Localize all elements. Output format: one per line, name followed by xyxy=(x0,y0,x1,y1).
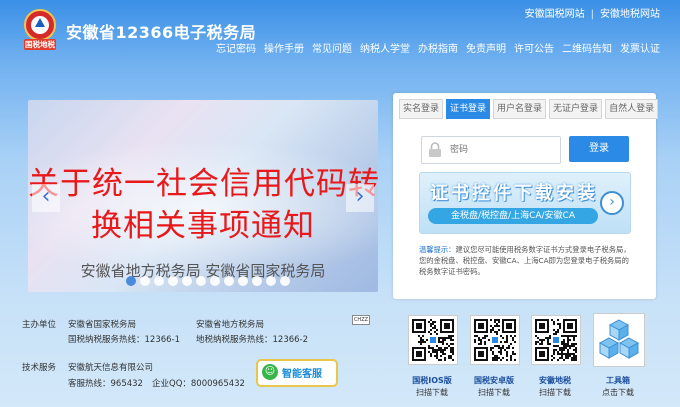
app-label-guoshui-ios: 国税IOS版 xyxy=(412,376,452,385)
carousel-dot[interactable] xyxy=(210,276,220,286)
toolbox-button[interactable] xyxy=(593,313,645,367)
nav-qrcode-notice[interactable]: 二维码告知 xyxy=(558,40,616,55)
nav-forgot-password[interactable]: 忘记密码 xyxy=(212,40,260,55)
tips-label: 温馨提示： xyxy=(419,245,456,254)
tab-certificate-login[interactable]: 证书登录 xyxy=(446,99,491,119)
nav-manual[interactable]: 操作手册 xyxy=(260,40,308,55)
link-guoshui-site[interactable]: 安徽国税网站 xyxy=(525,9,585,20)
carousel-dot[interactable] xyxy=(280,276,290,286)
top-links: 安徽国税网站 | 安徽地税网站 xyxy=(524,9,660,20)
chevron-right-circle-icon[interactable]: › xyxy=(600,191,624,215)
nav-disclaimer[interactable]: 免责声明 xyxy=(462,40,510,55)
hotline-dishui: 地税纳税服务热线：12366-2 xyxy=(196,335,309,345)
app-label-toolbox: 工具箱 xyxy=(606,376,630,385)
tab-person-login[interactable]: 自然人登录 xyxy=(605,99,659,119)
host-guoshui: 安徽省国家税务局 xyxy=(68,320,137,330)
carousel-dot[interactable] xyxy=(168,276,178,286)
password-field[interactable] xyxy=(421,136,561,164)
hotline-guoshui: 国税纳税服务热线：12366-1 xyxy=(68,335,181,345)
tab-realname-login[interactable]: 实名登录 xyxy=(399,99,444,119)
enterprise-qq: 企业QQ：8000965432 xyxy=(152,379,245,389)
carousel-dot[interactable] xyxy=(252,276,262,286)
app-label-guoshui-android: 国税安卓版 xyxy=(474,376,514,385)
service-hotline: 客服热线：965432 xyxy=(68,379,143,389)
carousel-dot[interactable] xyxy=(238,276,248,286)
site-logo[interactable]: 国税地税 xyxy=(20,8,60,52)
carousel-dot[interactable] xyxy=(182,276,192,286)
login-tabs: 实名登录 证书登录 用户名登录 无证户登录 自然人登录 xyxy=(399,99,659,119)
password-input[interactable] xyxy=(450,137,555,163)
chevron-right-icon[interactable]: › xyxy=(346,184,374,212)
app-sub-toolbox: 点击下载 xyxy=(602,388,634,397)
app-label-anhui-dishui: 安徽地税 xyxy=(539,376,571,385)
headset-icon: ☺ xyxy=(262,364,278,380)
smart-service-button[interactable]: ☺ 智能客服 xyxy=(256,359,338,387)
banner-headline-line1: 关于统一社会信用代码转 xyxy=(28,166,378,202)
qr-guoshui-ios[interactable] xyxy=(408,315,458,365)
login-tips: 温馨提示：建议您尽可能使用税务数字证书方式登录电子税务局，您的金税盘、税控盘、安… xyxy=(419,244,633,277)
carousel-dot[interactable] xyxy=(266,276,276,286)
smart-service-label: 智能客服 xyxy=(282,369,322,380)
chzz-badge: CHZZ xyxy=(352,315,370,325)
host-dishui: 安徽省地方税务局 xyxy=(196,320,265,330)
logo-text: 国税地税 xyxy=(25,40,55,49)
carousel-dots xyxy=(126,276,290,286)
qr-anhui-dishui[interactable] xyxy=(531,315,581,365)
link-dishui-site[interactable]: 安徽地税网站 xyxy=(600,9,660,20)
tab-nocert-login[interactable]: 无证户登录 xyxy=(549,99,603,119)
tech-company: 安徽航天信息有限公司 xyxy=(68,363,154,373)
app-sub-anhui-dishui: 扫描下载 xyxy=(539,388,571,397)
nav-invoice-auth[interactable]: 发票认证 xyxy=(616,40,664,55)
main-nav: 忘记密码 操作手册 常见问题 纳税人学堂 办税指南 免责声明 许可公告 二维码告… xyxy=(212,40,664,55)
host-label: 主办单位 xyxy=(22,320,57,330)
cert-download-title: 证书控件下载安装 xyxy=(430,183,598,204)
cubes-icon xyxy=(598,319,640,359)
qr-guoshui-android[interactable] xyxy=(470,315,520,365)
nav-guide[interactable]: 办税指南 xyxy=(414,40,462,55)
lock-icon xyxy=(429,142,441,157)
carousel-dot[interactable] xyxy=(126,276,136,286)
app-sub-guoshui-ios: 扫描下载 xyxy=(416,388,448,397)
tech-label: 技术服务 xyxy=(22,363,57,373)
carousel-dot[interactable] xyxy=(140,276,150,286)
nav-license[interactable]: 许可公告 xyxy=(510,40,558,55)
banner-carousel[interactable]: 关于统一社会信用代码转 换相关事项通知 安徽省地方税务局 安徽省国家税务局 ‹ … xyxy=(28,100,378,292)
nav-taxpayer-school[interactable]: 纳税人学堂 xyxy=(356,40,414,55)
cert-download-types: 金税盘/税控盘/上海CA/安徽CA xyxy=(428,208,598,224)
cert-download-banner[interactable]: 证书控件下载安装 金税盘/税控盘/上海CA/安徽CA › xyxy=(419,172,631,234)
carousel-dot[interactable] xyxy=(196,276,206,286)
carousel-dot[interactable] xyxy=(154,276,164,286)
login-panel: 实名登录 证书登录 用户名登录 无证户登录 自然人登录 登录 证书控件下载安装 … xyxy=(393,93,659,299)
banner-headline-line2: 换相关事项通知 xyxy=(91,208,315,244)
tab-username-login[interactable]: 用户名登录 xyxy=(493,99,547,119)
nav-faq[interactable]: 常见问题 xyxy=(308,40,356,55)
chevron-left-icon[interactable]: ‹ xyxy=(32,184,60,212)
login-button[interactable]: 登录 xyxy=(569,136,629,162)
app-sub-guoshui-android: 扫描下载 xyxy=(478,388,510,397)
carousel-dot[interactable] xyxy=(224,276,234,286)
